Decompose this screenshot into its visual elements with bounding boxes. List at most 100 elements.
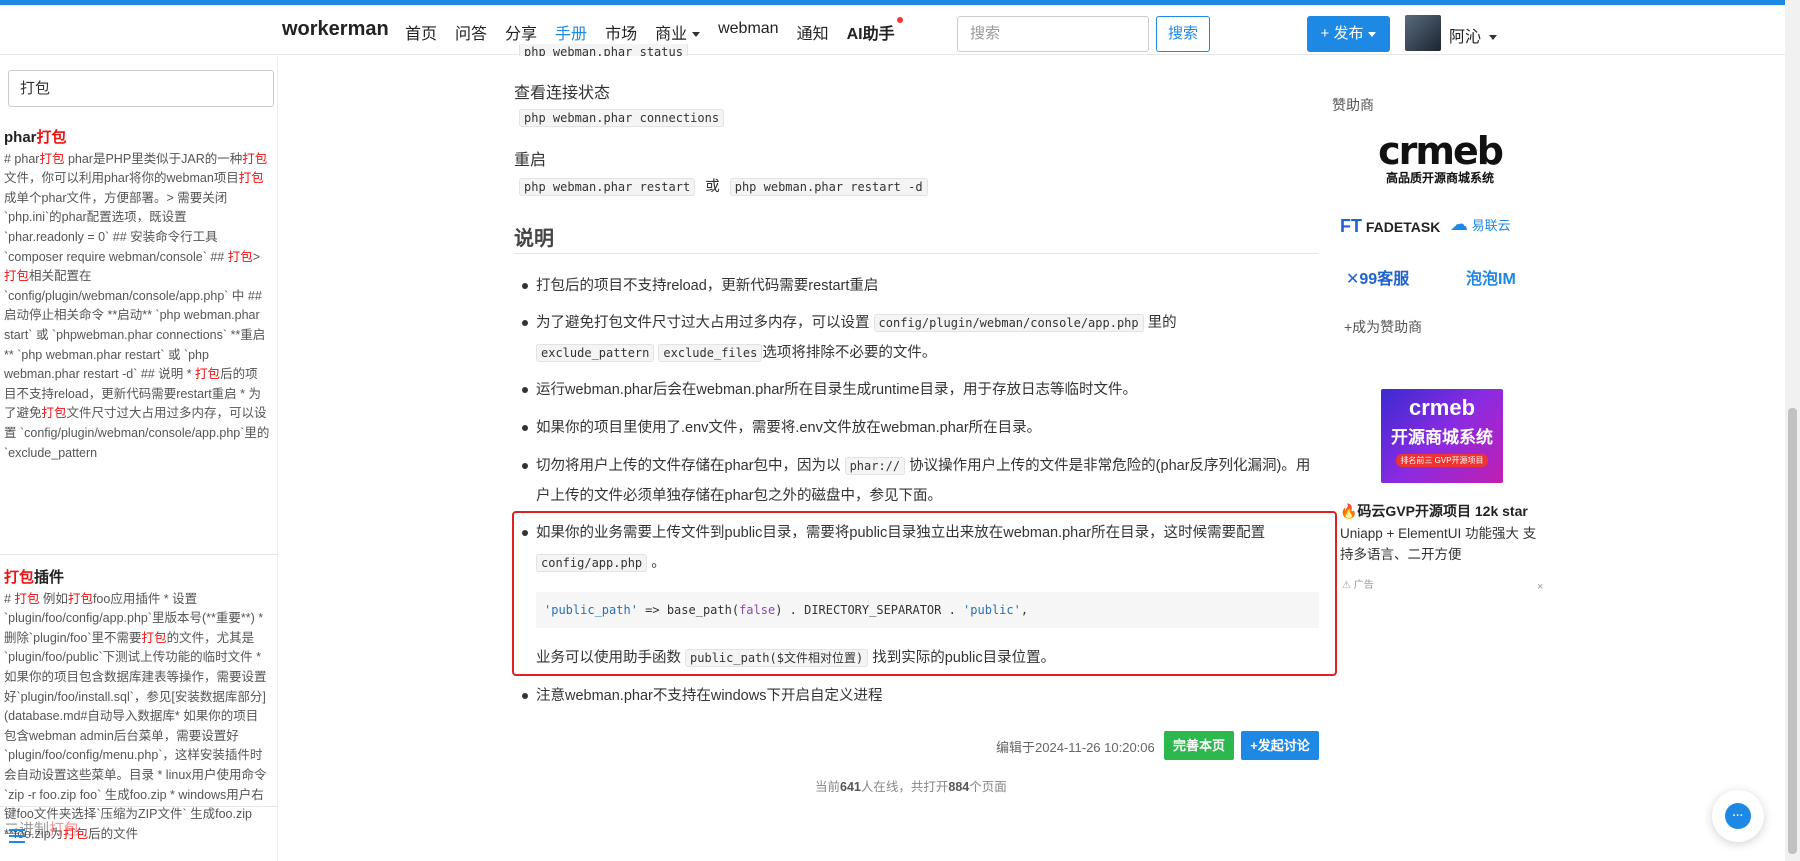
notification-dot-icon [896, 17, 903, 23]
search-result[interactable]: 二进制打包 [4, 820, 270, 842]
divider [514, 253, 1319, 254]
sponsor-fadetask-logo[interactable]: FT FADETASK [1340, 216, 1440, 237]
nav-business[interactable]: 商业 [655, 20, 701, 44]
inline-code: config/plugin/webman/console/app.php [873, 314, 1144, 332]
ad-banner-image[interactable]: crmeb 开源商城系统 排名前三 GVP开源项目 [1381, 389, 1503, 483]
result-title[interactable]: 打包插件 [4, 568, 270, 588]
online-stats: 当前641人在线，共打开884个页面 [815, 776, 1007, 795]
or-text: 或 [705, 179, 720, 195]
ad-image-badge: 排名前三 GVP开源项目 [1396, 454, 1488, 467]
keyword-highlight: 打包 [227, 249, 253, 264]
inline-code: phar:// [844, 457, 906, 475]
ad-image-subtitle: 开源商城系统 [1391, 428, 1493, 447]
become-sponsor-link[interactable]: +成为赞助商 [1344, 317, 1422, 337]
text: 选项将排除不必要的文件。 [762, 345, 937, 361]
logo-text: FADETASK [1365, 219, 1441, 235]
nav-qa[interactable]: 问答 [455, 20, 487, 44]
nav-ai-assistant[interactable]: AI助手 [846, 17, 903, 44]
inline-code: php webman.phar restart [519, 178, 696, 196]
sponsor-crmeb-logo[interactable]: crmeb 高品质开源商城系统 [1378, 129, 1504, 193]
online-count: 641 [840, 780, 861, 794]
inline-code: exclude_pattern [536, 344, 655, 362]
ad-description[interactable]: Uniapp + ElementUI 功能强大 支持多语言、二开方便 [1340, 523, 1540, 565]
nav-market[interactable]: 市场 [605, 20, 637, 44]
result-title[interactable]: phar打包 [4, 128, 270, 148]
code-line: php webman.phar connections [519, 109, 725, 127]
logo-text: crmeb [1378, 129, 1504, 173]
ad-title[interactable]: 🔥码云GVP开源项目 12k star [1340, 501, 1528, 521]
publish-label: + 发布 [1320, 25, 1364, 42]
main-menu: 首页 问答 分享 手册 市场 商业 webman 通知 AI助手 [405, 17, 913, 44]
keyword-highlight: 打包 [238, 171, 264, 186]
brand-logo[interactable]: workerman [282, 18, 389, 41]
chat-bubble-icon: ··· [1725, 803, 1751, 829]
list-item: 运行webman.phar后会在webman.phar所在目录生成runtime… [522, 375, 1316, 405]
divider [0, 806, 277, 807]
cloud-icon: ☁ [1450, 214, 1468, 234]
result-title-highlight: 打包 [36, 129, 67, 146]
result-title-text: 插件 [34, 569, 65, 586]
text: 为了避免打包文件尺寸过大占用过多内存，可以设置 [536, 315, 870, 331]
search-result[interactable]: phar打包 # phar打包 phar是PHP里类似于JAR的一种打包文件，你… [4, 128, 270, 463]
list-item: 如果你的项目里使用了.env文件，需要将.env文件放在webman.phar所… [522, 413, 1316, 443]
nav-home[interactable]: 首页 [405, 20, 437, 44]
close-icon[interactable]: × [1537, 581, 1543, 593]
result-snippet: # phar打包 phar是PHP里类似于JAR的一种打包文件，你可以利用pha… [4, 151, 270, 460]
text: 人在线，共打开 [860, 780, 949, 794]
search-input[interactable]: 搜索 [957, 16, 1149, 52]
list-item: 切勿将用户上传的文件存储在phar包中，因为以 phar:// 协议操作用户上传… [522, 451, 1316, 511]
code-snippet-partial: php webman.phar status [519, 44, 688, 56]
username: 阿沁 [1449, 29, 1482, 46]
logo-text: 易联云 [1471, 218, 1511, 233]
heading-restart: 重启 [514, 152, 547, 169]
logo-tagline: 高品质开源商城系统 [1385, 171, 1494, 185]
list-item: 注意webman.phar不支持在windows下开启自定义进程 [522, 681, 1316, 711]
chevron-down-icon [1368, 31, 1377, 37]
nav-share[interactable]: 分享 [505, 20, 537, 44]
search-button[interactable]: 搜索 [1156, 16, 1210, 52]
list-item: 打包后的项目不支持reload，更新代码需要restart重启 [522, 271, 1316, 301]
scrollbar-thumb[interactable] [1788, 408, 1797, 854]
sidebar-search-input[interactable]: 打包 [8, 70, 274, 107]
divider [0, 554, 277, 555]
sponsor-99kf-logo[interactable]: ✕99客服 [1346, 265, 1409, 289]
ad-label: ⚠ 广告 [1342, 576, 1374, 591]
text: 当前 [815, 780, 841, 794]
sponsor-paopao-logo[interactable]: 泡泡IM [1466, 265, 1516, 289]
list-item: 为了避免打包文件尺寸过大占用过多内存，可以设置 config/plugin/we… [522, 308, 1316, 368]
result-title[interactable]: 二进制打包 [4, 820, 270, 840]
start-discussion-button[interactable]: +发起讨论 [1241, 731, 1319, 760]
menu-icon[interactable] [9, 829, 25, 843]
keyword-highlight: 打包 [4, 269, 30, 284]
result-title-text: phar [4, 129, 37, 146]
publish-button[interactable]: + 发布 [1307, 16, 1390, 52]
result-title-highlight: 打包 [4, 569, 35, 586]
logo-mark: FT [1340, 216, 1362, 236]
top-navbar: workerman 首页 问答 分享 手册 市场 商业 webman 通知 AI… [0, 5, 1785, 55]
inline-code: php webman.phar restart -d [729, 178, 928, 196]
improve-page-button[interactable]: 完善本页 [1164, 731, 1234, 760]
inline-code: exclude_files [658, 344, 763, 362]
heading-notes: 说明 [514, 228, 554, 250]
avatar[interactable] [1405, 15, 1441, 51]
search-sidebar: 打包 phar打包 # phar打包 phar是PHP里类似于JAR的一种打包文… [0, 56, 278, 861]
nav-webman[interactable]: webman [718, 20, 778, 44]
ad-icon: ⚠ [1342, 580, 1351, 591]
nav-ai-label: AI助手 [846, 26, 895, 43]
ad-image-title: crmeb [1408, 395, 1476, 420]
text: 里的 [1147, 315, 1177, 331]
inline-code: php webman.phar connections [519, 109, 725, 127]
nav-notify[interactable]: 通知 [797, 20, 829, 44]
nav-manual[interactable]: 手册 [555, 20, 587, 44]
keyword-highlight: 打包 [14, 591, 40, 606]
text: 个页面 [969, 780, 1007, 794]
keyword-highlight: 打包 [67, 591, 93, 606]
page-count: 884 [948, 780, 970, 794]
ad-label-text: 广告 [1353, 580, 1374, 591]
chat-button[interactable]: ··· [1712, 790, 1764, 842]
search-result[interactable]: 打包插件 # 打包 例如打包foo应用插件 * 设置 `plugin/foo/c… [4, 568, 270, 844]
text: 切勿将用户上传的文件存储在phar包中，因为以 [536, 458, 841, 474]
user-menu[interactable]: 阿沁 [1449, 23, 1498, 47]
heading-connection-status: 查看连接状态 [514, 85, 611, 102]
sponsor-yilianyun-logo[interactable]: ☁ 易联云 [1450, 214, 1511, 235]
